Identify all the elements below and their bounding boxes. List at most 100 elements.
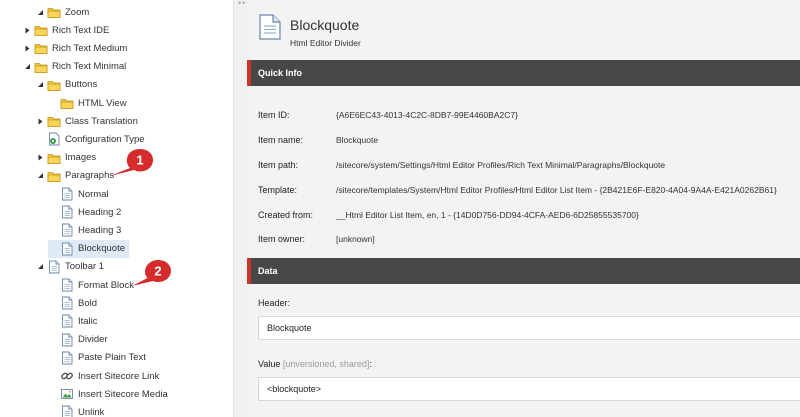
tree-item-paste-plain-text[interactable]: Paste Plain Text	[48, 349, 146, 367]
document-icon	[60, 242, 74, 256]
folder-icon	[47, 78, 61, 92]
tree-item-format-block[interactable]: Format Block	[48, 276, 134, 294]
document-icon	[60, 223, 74, 237]
tree-item-insert-sitecore-link[interactable]: Insert Sitecore Link	[48, 367, 159, 385]
tree-item-heading-3[interactable]: Heading 3	[48, 221, 121, 239]
folder-icon	[34, 23, 48, 37]
folder-icon	[47, 114, 61, 128]
media-icon	[60, 387, 74, 401]
value-field-colon: :	[369, 359, 372, 369]
quick-info-key: Item ID:	[258, 110, 290, 120]
tree-item-label: Rich Text Minimal	[52, 61, 127, 73]
quick-info-value[interactable]: __Html Editor List Item, en, 1 - {14D0D7…	[336, 210, 639, 220]
folder-icon	[34, 60, 48, 74]
quick-info-row: Created from: __Html Editor List Item, en…	[258, 208, 639, 222]
section-title: Data	[258, 266, 278, 276]
document-icon	[60, 278, 74, 292]
folder-icon	[34, 41, 48, 55]
tree-item-label: Paste Plain Text	[78, 352, 146, 364]
quick-info-value[interactable]: Blockquote	[336, 135, 378, 145]
callout-marker-1: 1	[110, 149, 153, 176]
item-subtitle: Html Editor Divider	[290, 38, 361, 48]
header-field-label: Header:	[258, 298, 291, 308]
tree-item-divider[interactable]: Divider	[48, 331, 108, 349]
document-icon	[60, 205, 74, 219]
tree-item-normal[interactable]: Normal	[48, 185, 109, 203]
tree-item-italic[interactable]: Italic	[48, 312, 98, 330]
folder-icon	[60, 96, 74, 110]
collapsed-arrow-icon[interactable]	[35, 153, 45, 163]
tree-item-rich-text-minimal[interactable]: Rich Text Minimal	[22, 58, 126, 76]
document-icon	[47, 260, 61, 274]
tree-item-label: Normal	[78, 188, 109, 200]
expanded-arrow-icon[interactable]	[35, 80, 45, 90]
value-field-label-text: Value	[258, 359, 281, 369]
item-title: Blockquote	[290, 17, 360, 33]
quick-info-key: Item owner:	[258, 234, 306, 244]
section-title: Quick Info	[258, 68, 303, 78]
collapsed-arrow-icon[interactable]	[35, 116, 45, 126]
tree-item-label: Format Block	[78, 279, 134, 291]
tree-item-blockquote[interactable]: Blockquote	[48, 239, 130, 258]
tree-item-toolbar-1[interactable]: Toolbar 1	[35, 258, 104, 276]
quick-info-row: Item owner: [unknown]	[258, 232, 375, 246]
tree-item-label: Buttons	[65, 79, 98, 91]
quick-info-value[interactable]: /sitecore/system/Settings/Html Editor Pr…	[336, 160, 665, 170]
callout-label-1: 1	[136, 153, 143, 168]
folder-icon	[47, 169, 61, 183]
tree-item-images[interactable]: Images	[35, 149, 96, 167]
tree-item-label: Blockquote	[78, 243, 126, 255]
tree-item-unlink[interactable]: Unlink	[48, 403, 104, 417]
tree-item-zoom[interactable]: Zoom	[35, 3, 89, 21]
tree-item-label: Toolbar 1	[65, 261, 105, 273]
tree-item-buttons[interactable]: Buttons	[35, 76, 97, 94]
value-field-label: Value [unversioned, shared]:	[258, 359, 372, 369]
link-icon	[60, 369, 74, 383]
quick-info-key: Template:	[258, 185, 298, 195]
tree-item-html-view[interactable]: HTML View	[48, 94, 127, 112]
tree-item-insert-sitecore-media[interactable]: Insert Sitecore Media	[48, 385, 168, 403]
tree-item-heading-2[interactable]: Heading 2	[48, 203, 121, 221]
config-icon	[47, 132, 61, 146]
callout-label-2: 2	[154, 264, 161, 279]
collapsed-arrow-icon[interactable]	[22, 25, 32, 35]
tree-item-label: Rich Text Medium	[52, 42, 128, 54]
section-header-quick-info[interactable]: Quick Info	[247, 60, 800, 86]
tree-item-bold[interactable]: Bold	[48, 294, 97, 312]
document-icon	[60, 333, 74, 347]
tree-item-rich-text-ide[interactable]: Rich Text IDE	[22, 21, 109, 39]
quick-info-value[interactable]: [unknown]	[336, 234, 375, 244]
tree-item-class-translation[interactable]: Class Translation	[35, 112, 138, 130]
tree-item-paragraphs[interactable]: Paragraphs	[35, 167, 114, 185]
expanded-arrow-icon[interactable]	[22, 62, 32, 72]
expanded-arrow-icon[interactable]	[35, 262, 45, 272]
section-header-data[interactable]: Data	[247, 258, 800, 284]
collapsed-arrow-icon[interactable]	[22, 43, 32, 53]
quick-info-value[interactable]: /sitecore/templates/System/Html Editor P…	[336, 185, 777, 195]
tree-item-label: Images	[65, 152, 97, 164]
quick-info-row: Item name: Blockquote	[258, 133, 378, 147]
expanded-arrow-icon[interactable]	[35, 171, 45, 181]
value-field-input[interactable]: <blockquote>	[258, 377, 800, 401]
document-icon	[259, 14, 281, 43]
tree-item-label: Configuration Type	[65, 133, 145, 145]
tree-item-rich-text-medium[interactable]: Rich Text Medium	[22, 39, 127, 57]
item-header: Blockquote Html Editor Divider	[247, 0, 800, 60]
quick-info-value[interactable]: {A6E6EC43-4013-4C2C-8DB7-99E4460BA2C7}	[336, 110, 518, 120]
expanded-arrow-icon[interactable]	[35, 7, 45, 17]
tree-item-label: Italic	[78, 315, 98, 327]
document-icon	[60, 405, 74, 417]
header-field-input[interactable]: Blockquote	[258, 316, 800, 340]
content-editor: Blockquote Html Editor Divider Quick Inf…	[247, 0, 800, 417]
pane-splitter[interactable]: •••	[233, 0, 249, 417]
document-icon	[60, 314, 74, 328]
